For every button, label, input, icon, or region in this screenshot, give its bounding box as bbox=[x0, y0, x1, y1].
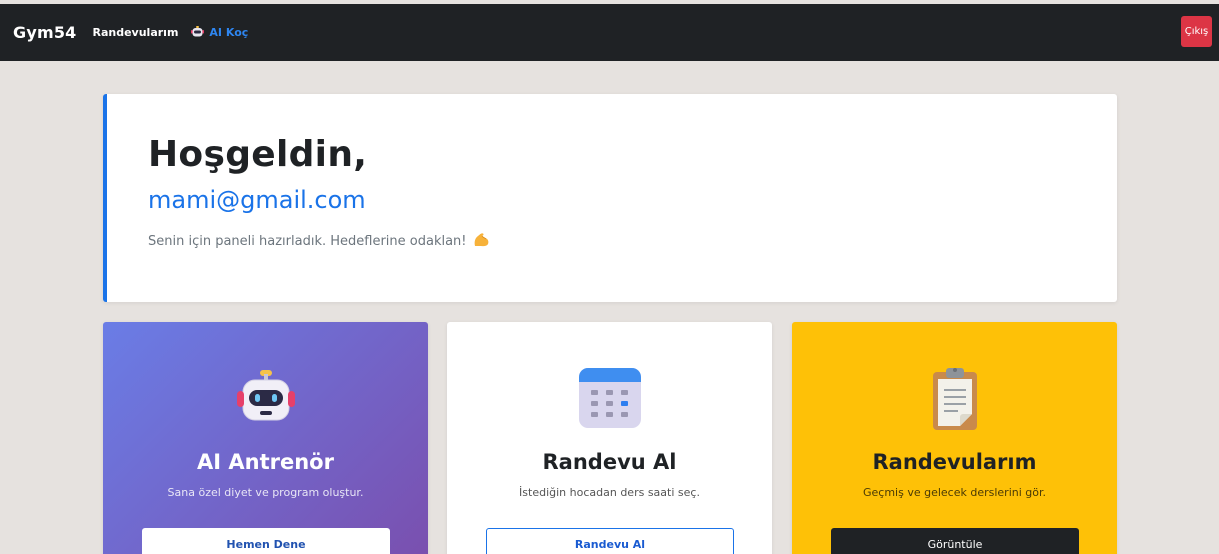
nav-link-ai-coach[interactable]: AI Koç bbox=[191, 23, 248, 42]
calendar-icon bbox=[575, 364, 645, 434]
my-appointments-description: Geçmiş ve gelecek derslerini gör. bbox=[862, 486, 1047, 499]
view-appointments-button[interactable]: Görüntüle bbox=[831, 528, 1079, 554]
welcome-subtitle: Senin için paneli hazırladık. Hedeflerin… bbox=[148, 232, 490, 251]
clipboard-icon bbox=[920, 364, 990, 434]
user-email: mami@gmail.com bbox=[148, 186, 366, 214]
top-navbar: Gym54 Randevularım AI Koç Çıkış bbox=[0, 4, 1219, 61]
ai-trainer-description: Sana özel diyet ve program oluştur. bbox=[167, 486, 364, 499]
welcome-greeting: Hoşgeldin, bbox=[148, 134, 368, 175]
book-appointment-title: Randevu Al bbox=[542, 450, 677, 474]
ai-trainer-title: AI Antrenör bbox=[197, 450, 334, 474]
welcome-panel: Hoşgeldin, mami@gmail.com Senin için pan… bbox=[103, 94, 1117, 302]
nav-link-appointments[interactable]: Randevularım bbox=[93, 26, 179, 39]
ai-trainer-card: AI Antrenör Sana özel diyet ve program o… bbox=[103, 322, 428, 554]
book-appointment-button[interactable]: Randevu Al bbox=[486, 528, 734, 554]
welcome-subtitle-text: Senin için paneli hazırladık. Hedeflerin… bbox=[148, 234, 467, 249]
flexed-biceps-icon bbox=[473, 232, 490, 251]
robot-icon bbox=[231, 364, 301, 434]
book-appointment-description: İstediğin hocadan ders saati seç. bbox=[519, 486, 700, 499]
robot-icon bbox=[191, 23, 205, 42]
my-appointments-card: Randevularım Geçmiş ve gelecek derslerin… bbox=[792, 322, 1117, 554]
try-now-button[interactable]: Hemen Dene bbox=[142, 528, 390, 554]
brand-logo[interactable]: Gym54 bbox=[13, 23, 77, 42]
logout-button[interactable]: Çıkış bbox=[1181, 16, 1212, 47]
my-appointments-title: Randevularım bbox=[872, 450, 1037, 474]
book-appointment-card: Randevu Al İstediğin hocadan ders saati … bbox=[447, 322, 772, 554]
nav-link-ai-coach-label: AI Koç bbox=[209, 26, 249, 39]
